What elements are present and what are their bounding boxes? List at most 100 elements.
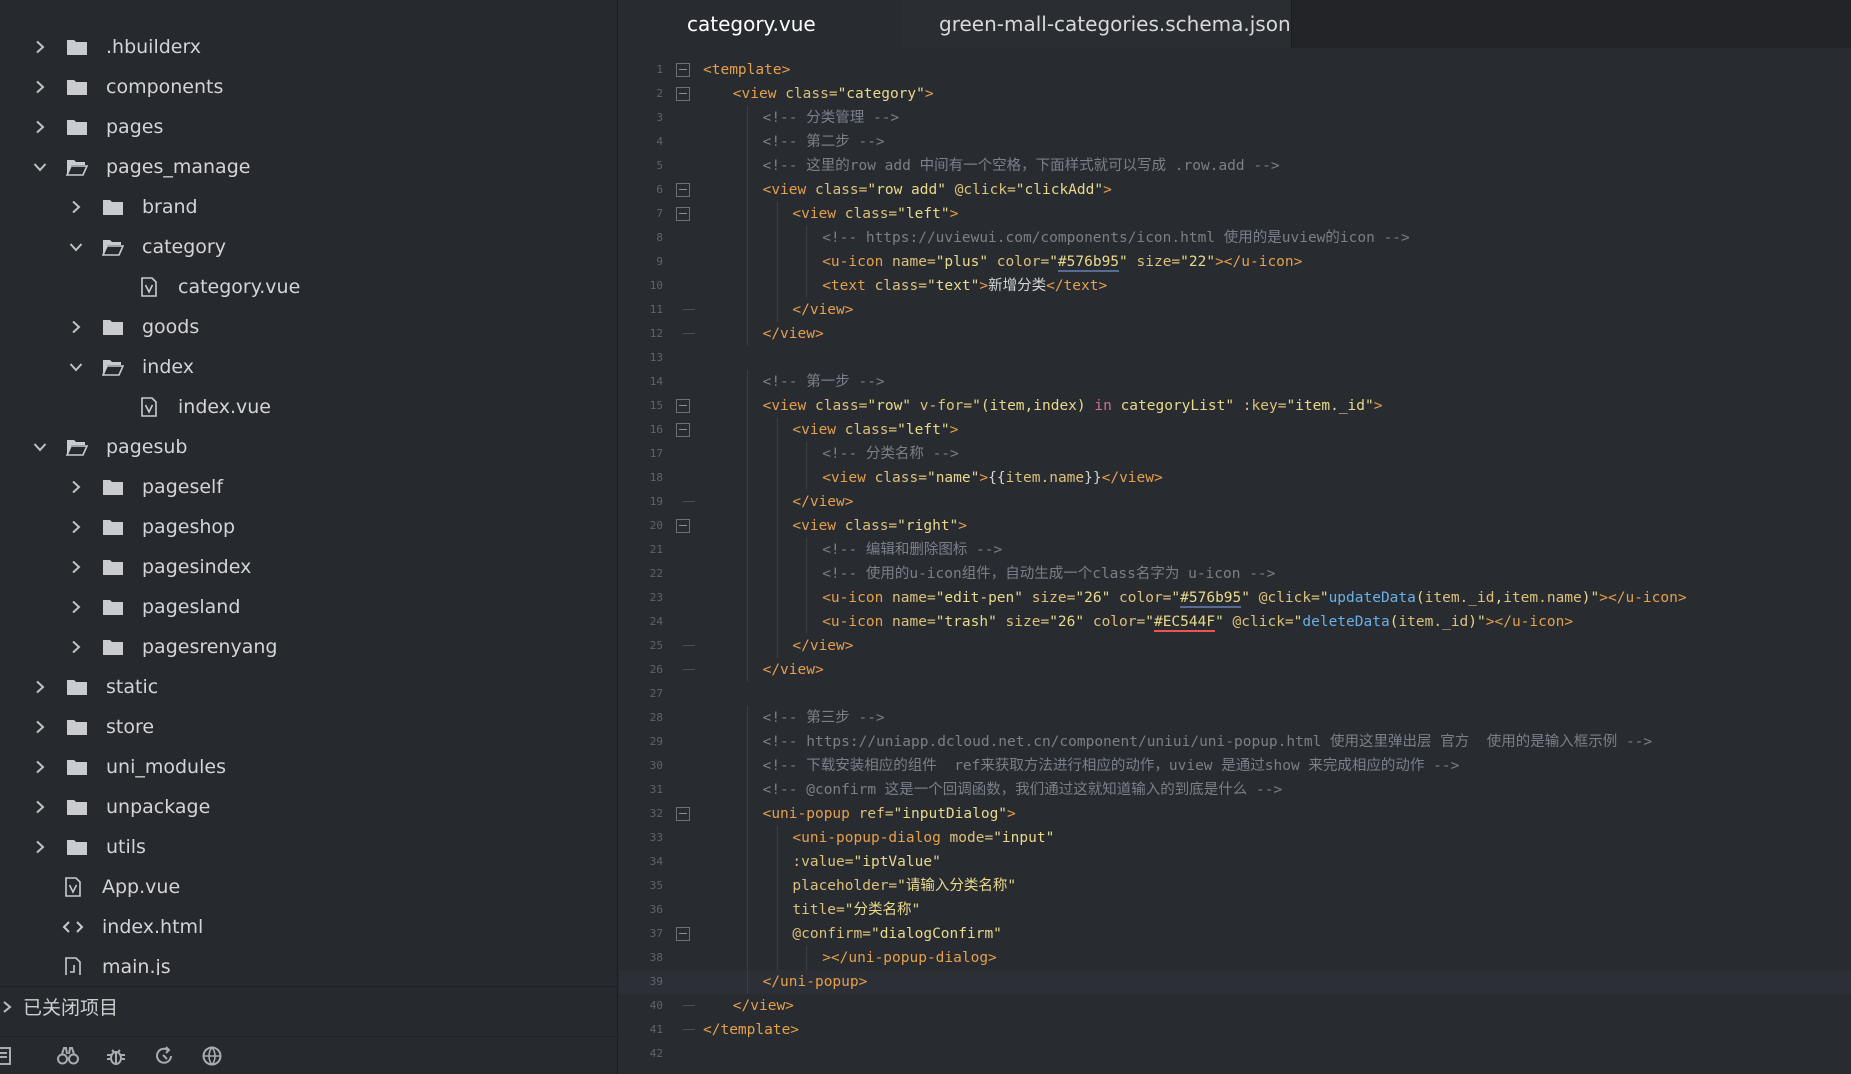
chevron-right-icon[interactable] — [30, 677, 50, 697]
code-line[interactable]: 36 title="分类名称" — [619, 898, 1851, 922]
search-binoculars-icon[interactable] — [54, 1042, 82, 1070]
code-line[interactable]: 35 placeholder="请输入分类名称" — [619, 874, 1851, 898]
chevron-down-icon[interactable] — [30, 437, 50, 457]
code-line[interactable]: 18 <view class="name">{{item.name}}</view… — [619, 466, 1851, 490]
folder-item-utils[interactable]: utils — [0, 827, 618, 867]
folder-item-pagesub[interactable]: pagesub — [0, 427, 618, 467]
code-line[interactable]: 3 <!-- 分类管理 --> — [619, 106, 1851, 130]
code-line[interactable]: 22 <!-- 使用的u-icon组件，自动生成一个class名字为 u-icon… — [619, 562, 1851, 586]
fold-toggle-icon[interactable] — [676, 423, 690, 437]
code-line[interactable]: 15 <view class="row" v-for="(item,index) … — [619, 394, 1851, 418]
code-line[interactable]: 41 </template> — [619, 1018, 1851, 1042]
closed-projects-row[interactable]: 已关闭项目 — [0, 986, 618, 1026]
code-line[interactable]: 20 <view class="right"> — [619, 514, 1851, 538]
code-line[interactable]: 12 </view> — [619, 322, 1851, 346]
code-line[interactable]: 19 </view> — [619, 490, 1851, 514]
tab-categories-schema-json[interactable]: green-mall-categories.schema.json — [901, 0, 1292, 48]
fold-toggle-icon[interactable] — [676, 519, 690, 533]
chevron-right-icon[interactable] — [30, 797, 50, 817]
folder-item-category[interactable]: category — [0, 227, 618, 267]
chevron-down-icon[interactable] — [30, 157, 50, 177]
code-line[interactable]: 30 <!-- 下载安装相应的组件 ref来获取方法进行相应的动作，uview 是… — [619, 754, 1851, 778]
code-line[interactable]: 38 ></uni-popup-dialog> — [619, 946, 1851, 970]
code-line[interactable]: 40 </view> — [619, 994, 1851, 1018]
code-line[interactable]: 10 <text class="text">新增分类</text> — [619, 274, 1851, 298]
folder-item-index[interactable]: index — [0, 347, 618, 387]
code-line[interactable]: 21 <!-- 编辑和删除图标 --> — [619, 538, 1851, 562]
code-line[interactable]: 11 </view> — [619, 298, 1851, 322]
chevron-right-icon[interactable] — [66, 477, 86, 497]
code-line[interactable]: 32 <uni-popup ref="inputDialog"> — [619, 802, 1851, 826]
fold-toggle-icon[interactable] — [676, 927, 690, 941]
chevron-down-icon[interactable] — [66, 237, 86, 257]
folder-item-pageshop[interactable]: pageshop — [0, 507, 618, 547]
chevron-right-icon[interactable] — [66, 317, 86, 337]
code-line[interactable]: 4 <!-- 第二步 --> — [619, 130, 1851, 154]
folder-item-hbuilderx[interactable]: .hbuilderx — [0, 27, 618, 67]
folder-item-pageself[interactable]: pageself — [0, 467, 618, 507]
code-line[interactable]: 33 <uni-popup-dialog mode="input" — [619, 826, 1851, 850]
code-line[interactable]: 37 @confirm="dialogConfirm" — [619, 922, 1851, 946]
folder-item-goods[interactable]: goods — [0, 307, 618, 347]
chevron-right-icon[interactable] — [30, 77, 50, 97]
code-line[interactable]: 29 <!-- https://uniapp.dcloud.net.cn/comp… — [619, 730, 1851, 754]
folder-item-store[interactable]: store — [0, 707, 618, 747]
code-line[interactable]: 39 </uni-popup> — [619, 970, 1851, 994]
folder-item-pagesland[interactable]: pagesland — [0, 587, 618, 627]
fold-toggle-icon[interactable] — [676, 399, 690, 413]
fold-toggle-icon[interactable] — [676, 807, 690, 821]
project-manager-icon[interactable] — [0, 1042, 20, 1070]
file-item-app-vue[interactable]: App.vue — [0, 867, 618, 907]
file-item-index-html[interactable]: index.html — [0, 907, 618, 947]
fold-toggle-icon[interactable] — [676, 183, 690, 197]
code-line[interactable]: 16 <view class="left"> — [619, 418, 1851, 442]
folder-item-pagesindex[interactable]: pagesindex — [0, 547, 618, 587]
chevron-right-icon[interactable] — [66, 637, 86, 657]
code-line[interactable]: 34:value="iptValue" — [619, 850, 1851, 874]
code-line[interactable]: 24 <u-icon name="trash" size="26" color="… — [619, 610, 1851, 634]
chevron-right-icon[interactable] — [30, 37, 50, 57]
code-line[interactable]: 7 <view class="left"> — [619, 202, 1851, 226]
code-line[interactable]: 25 </view> — [619, 634, 1851, 658]
chevron-down-icon[interactable] — [66, 357, 86, 377]
fold-toggle-icon[interactable] — [676, 63, 690, 77]
debug-bug-icon[interactable] — [102, 1042, 130, 1070]
chevron-right-icon[interactable] — [30, 117, 50, 137]
code-line[interactable]: 13 — [619, 346, 1851, 370]
code-line[interactable]: 9 <u-icon name="plus" color="#576b95" siz… — [619, 250, 1851, 274]
chevron-right-icon[interactable] — [66, 517, 86, 537]
code-line[interactable]: 42 — [619, 1042, 1851, 1066]
folder-item-unpackage[interactable]: unpackage — [0, 787, 618, 827]
chevron-right-icon[interactable] — [30, 837, 50, 857]
file-item-main-js[interactable]: main.js — [0, 947, 618, 975]
folder-item-pagesrenyang[interactable]: pagesrenyang — [0, 627, 618, 667]
folder-item-components[interactable]: components — [0, 67, 618, 107]
code-line[interactable]: 23 <u-icon name="edit-pen" size="26" colo… — [619, 586, 1851, 610]
code-line[interactable]: 27 — [619, 682, 1851, 706]
chevron-right-icon[interactable] — [66, 557, 86, 577]
file-item-index-vue[interactable]: index.vue — [0, 387, 618, 427]
folder-item-pages[interactable]: pages — [0, 107, 618, 147]
folder-item-static[interactable]: static — [0, 667, 618, 707]
fold-toggle-icon[interactable] — [676, 87, 690, 101]
chevron-right-icon[interactable] — [66, 197, 86, 217]
fold-toggle-icon[interactable] — [676, 207, 690, 221]
code-line[interactable]: 8 <!-- https://uviewui.com/components/ico… — [619, 226, 1851, 250]
code-line[interactable]: 2 <view class="category"> — [619, 82, 1851, 106]
chevron-right-icon[interactable] — [30, 757, 50, 777]
folder-item-uni-modules[interactable]: uni_modules — [0, 747, 618, 787]
code-line[interactable]: 28 <!-- 第三步 --> — [619, 706, 1851, 730]
code-area[interactable]: 1 <template> 2 <view class="category"> 3 <!--… — [619, 58, 1851, 1074]
file-item-category-vue[interactable]: category.vue — [0, 267, 618, 307]
code-line[interactable]: 6 <view class="row add" @click="clickAdd"… — [619, 178, 1851, 202]
folder-item-brand[interactable]: brand — [0, 187, 618, 227]
code-line[interactable]: 1 <template> — [619, 58, 1851, 82]
code-line[interactable]: 31 <!-- @confirm 这是一个回调函数，我们通过这就知道输入的到底是什… — [619, 778, 1851, 802]
folder-item-pages-manage[interactable]: pages_manage — [0, 147, 618, 187]
code-line[interactable]: 14 <!-- 第一步 --> — [619, 370, 1851, 394]
code-line[interactable]: 26 </view> — [619, 658, 1851, 682]
code-line[interactable]: 17 <!-- 分类名称 --> — [619, 442, 1851, 466]
browser-icon[interactable] — [198, 1042, 226, 1070]
tab-category-vue[interactable]: category.vue — [619, 0, 901, 48]
chevron-right-icon[interactable] — [66, 597, 86, 617]
